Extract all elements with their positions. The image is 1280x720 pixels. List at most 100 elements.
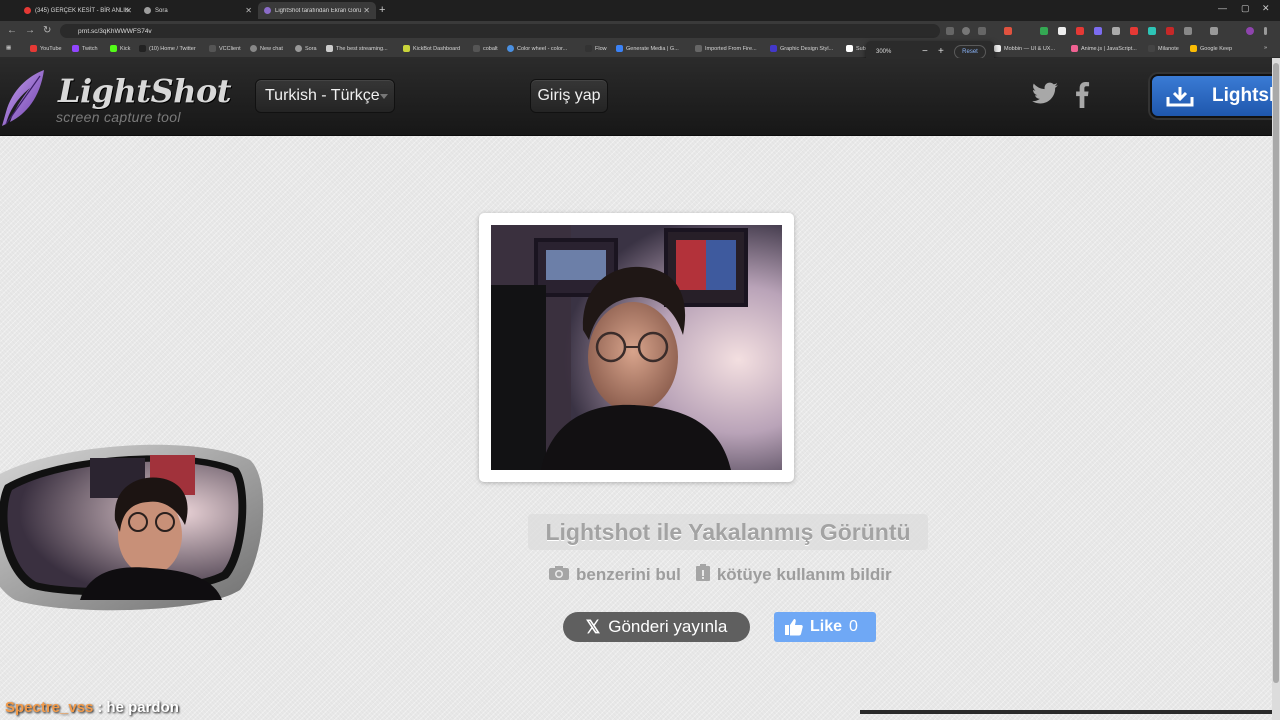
bookmark-graphic-design[interactable]: Graphic Design Styl... xyxy=(770,45,833,52)
stream-chat-message: Spectre_vss : he pardon xyxy=(0,694,179,720)
bookmark-sora[interactable]: Sora xyxy=(295,45,317,52)
logo-title: LightShot xyxy=(58,72,232,110)
sora-favicon-icon xyxy=(144,7,151,14)
maximize-icon[interactable]: ▢ xyxy=(1241,3,1250,14)
chat-separator: : xyxy=(97,698,103,716)
url-text: prnt.sc/3qKhWWWFS74v xyxy=(78,27,152,35)
reload-icon[interactable]: ↻ xyxy=(43,25,51,36)
bookmark-mobbin[interactable]: Mobbin — UI & UX... xyxy=(994,45,1055,52)
extension-icon[interactable] xyxy=(1040,27,1048,35)
download-icon xyxy=(1166,87,1194,107)
find-similar-link[interactable]: benzerini bul xyxy=(576,565,681,585)
bookmark-animejs[interactable]: Anime.js | JavaScript... xyxy=(1071,45,1137,52)
extension-icon[interactable] xyxy=(1130,27,1138,35)
bookmark-new-chat[interactable]: New chat xyxy=(250,45,283,52)
post-to-x-button[interactable]: 𝕏 Gönderi yayınla xyxy=(563,612,750,642)
tab-title: LightShot tarafından Ekran Görü xyxy=(275,7,362,14)
facebook-like-button[interactable]: Like 0 xyxy=(774,612,876,642)
address-bar[interactable]: prnt.sc/3qKhWWWFS74v xyxy=(60,24,940,38)
bookmark-kickbot[interactable]: KickBot Dashboard xyxy=(403,45,460,52)
bookmark-imported[interactable]: Imported From Fire... xyxy=(695,45,757,52)
language-label: Turkish - Türkçe xyxy=(265,87,380,104)
like-count: 0 xyxy=(849,618,858,635)
lightshot-header: LightShot screen capture tool Turkish - … xyxy=(0,58,1280,136)
extension-icon[interactable] xyxy=(1112,27,1120,35)
bookmark-kick[interactable]: Kick xyxy=(110,45,130,52)
new-tab-icon[interactable]: + xyxy=(379,4,385,16)
feather-logo-icon xyxy=(2,70,44,126)
twitter-icon[interactable] xyxy=(1031,82,1059,106)
more-bookmarks-icon[interactable]: » xyxy=(1264,45,1267,51)
tab-youtube[interactable]: (345) GERÇEK KESİT - BİR ANLIK ✕ xyxy=(18,2,138,19)
extension-icon[interactable] xyxy=(1076,27,1084,35)
zoom-icon[interactable] xyxy=(962,27,970,35)
forward-icon[interactable]: → xyxy=(25,25,35,36)
extension-icon[interactable] xyxy=(1058,27,1066,35)
download-icon[interactable] xyxy=(1210,27,1218,35)
bookmark-twitter[interactable]: (10) Home / Twitter xyxy=(139,45,196,52)
chat-username: Spectre_vss xyxy=(5,698,94,716)
login-button[interactable]: Giriş yap xyxy=(530,79,608,113)
like-label: Like xyxy=(810,618,843,635)
extension-icon[interactable] xyxy=(1166,27,1174,35)
extension-icon[interactable] xyxy=(1094,27,1102,35)
report-abuse-link[interactable]: kötüye kullanım bildir xyxy=(717,565,892,585)
bookmark-twitch[interactable]: Twitch xyxy=(72,45,98,52)
bookmark-flow[interactable]: Flow xyxy=(585,45,607,52)
zoom-out-button[interactable]: − xyxy=(922,46,928,57)
tab-sora[interactable]: Sora ✕ xyxy=(138,2,258,19)
bookmark-sub[interactable]: Sub xyxy=(846,45,866,52)
tab-title: (345) GERÇEK KESİT - BİR ANLIK xyxy=(35,7,129,14)
extension-icon[interactable] xyxy=(1004,27,1012,35)
extension-icon[interactable] xyxy=(1148,27,1156,35)
close-tab-icon[interactable]: ✕ xyxy=(363,6,370,15)
chat-text: he pardon xyxy=(106,698,179,716)
horizontal-scrollbar[interactable] xyxy=(860,710,1272,714)
post-label: Gönderi yayınla xyxy=(608,617,728,636)
thumbs-up-icon xyxy=(785,619,803,636)
youtube-favicon-icon xyxy=(24,7,31,14)
zoom-level: 300% xyxy=(876,49,892,55)
lightshot-favicon-icon xyxy=(264,7,271,14)
close-window-icon[interactable]: ✕ xyxy=(1262,3,1270,14)
browser-tab-bar: (345) GERÇEK KESİT - BİR ANLIK ✕ Sora ✕ … xyxy=(0,0,1280,21)
page-caption: Lightshot ile Yakalanmış Görüntü xyxy=(528,514,928,550)
scrollbar-thumb[interactable] xyxy=(1273,63,1279,683)
profile-icon[interactable] xyxy=(1246,27,1254,35)
vertical-scrollbar[interactable] xyxy=(1272,58,1280,720)
chevron-down-icon xyxy=(380,94,388,99)
download-lightshot-button[interactable]: Lightsh xyxy=(1150,74,1280,118)
screenshot-frame xyxy=(479,213,794,482)
download-label: Lightsh xyxy=(1212,85,1280,106)
minimize-icon[interactable]: — xyxy=(1218,3,1227,13)
logo-subtitle: screen capture tool xyxy=(56,109,181,125)
browser-toolbar: ← → ↻ prnt.sc/3qKhWWWFS74v xyxy=(0,21,1280,41)
star-icon[interactable] xyxy=(978,27,986,35)
zoom-in-button[interactable]: + xyxy=(938,46,944,57)
bookmark-color-wheel[interactable]: Color wheel - color... xyxy=(507,45,567,52)
bookmark-vcclient[interactable]: VCClient xyxy=(209,45,241,52)
language-select[interactable]: Turkish - Türkçe xyxy=(255,79,395,113)
apps-icon[interactable]: ▦ xyxy=(6,45,11,51)
webcam-mirror-overlay xyxy=(0,444,264,611)
puzzle-icon[interactable] xyxy=(1184,27,1192,35)
captured-screenshot-image[interactable] xyxy=(491,225,782,470)
close-tab-icon[interactable]: ✕ xyxy=(125,6,132,15)
bookmark-streaming[interactable]: The best streaming... xyxy=(326,45,388,52)
zoom-reset-button[interactable]: Reset xyxy=(954,45,986,59)
clipboard-icon xyxy=(695,563,711,587)
bookmark-milanote[interactable]: Milanote xyxy=(1148,45,1179,52)
facebook-icon[interactable] xyxy=(1074,82,1090,108)
bookmark-cobalt[interactable]: cobalt xyxy=(473,45,498,52)
close-tab-icon[interactable]: ✕ xyxy=(245,6,252,15)
bookmark-google-keep[interactable]: Google Keep xyxy=(1190,45,1232,52)
bookmark-youtube[interactable]: YouTube xyxy=(30,45,62,52)
image-actions: benzerini bul kötüye kullanım bildir xyxy=(548,564,892,586)
back-icon[interactable]: ← xyxy=(7,25,17,36)
cast-icon[interactable] xyxy=(946,27,954,35)
menu-icon[interactable] xyxy=(1264,27,1267,35)
bookmark-generate-media[interactable]: Generate Media | G... xyxy=(616,45,679,52)
camera-icon xyxy=(548,565,570,586)
tab-lightshot[interactable]: LightShot tarafından Ekran Görü ✕ xyxy=(258,2,376,19)
tab-title: Sora xyxy=(155,7,168,14)
